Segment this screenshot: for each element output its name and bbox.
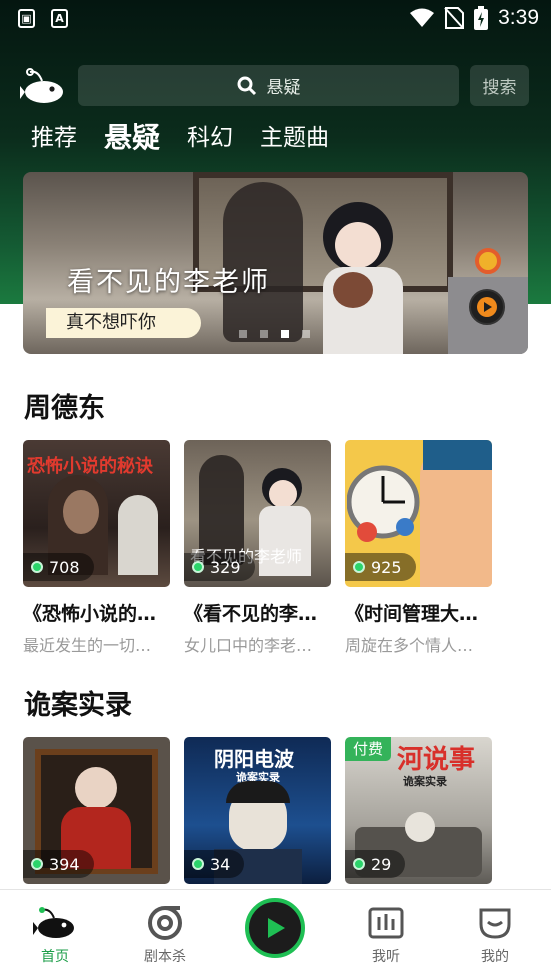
headphone-icon	[353, 858, 365, 870]
album-description: 最近发生的一切…	[23, 636, 152, 655]
album-cover: 394	[23, 737, 170, 884]
section-title: 诡案实录	[24, 690, 132, 721]
album-card[interactable]: 925 《时间管理大… 周旋在多个情人…	[345, 440, 492, 656]
play-count-badge: 394	[23, 850, 94, 878]
banner-title: 看不见的李老师	[67, 267, 270, 298]
cover-title: 河说事	[397, 745, 476, 775]
section-row: 恐怖小说的秘诀 708 《恐怖小说的… 最近发生的一切… 看不见的李老师 329…	[23, 440, 492, 656]
album-cover: 恐怖小说的秘诀 708	[23, 440, 170, 587]
clock-illustration-icon	[347, 465, 420, 542]
album-title: 《恐怖小说的…	[23, 603, 157, 625]
fish-logo-icon	[33, 907, 74, 938]
search-placeholder: 悬疑	[266, 78, 301, 98]
headphone-icon	[192, 561, 204, 573]
search-input[interactable]: 悬疑	[78, 65, 459, 106]
album-cover: 925	[345, 440, 492, 587]
banner-play-button[interactable]	[469, 289, 505, 325]
lock-notification-icon: ▣	[18, 9, 35, 28]
nav-listen[interactable]: 我听	[346, 904, 426, 966]
tab-scifi[interactable]: 科幻	[187, 118, 233, 158]
tab-recommend[interactable]: 推荐	[31, 118, 77, 158]
album-card[interactable]: 河说事 诡案实录 付费 29	[345, 737, 492, 884]
album-title: 《看不见的李…	[184, 603, 318, 625]
wifi-icon	[410, 8, 435, 27]
section-row: 394 阴阳电波 诡案实录 34 河说事 诡案实录 付费 29	[23, 737, 492, 884]
nav-label: 剧本杀	[144, 949, 186, 965]
album-cover: 河说事 诡案实录 付费 29	[345, 737, 492, 884]
banner-subtitle: 真不想吓你	[46, 308, 201, 338]
clock: 3:39	[498, 6, 539, 29]
nav-home[interactable]: 首页	[15, 904, 95, 966]
play-count-badge: 29	[345, 850, 406, 878]
pagination-dot[interactable]	[239, 330, 247, 338]
featured-banner[interactable]: 看不见的李老师 真不想吓你	[23, 172, 528, 354]
tab-suspense[interactable]: 悬疑	[104, 118, 160, 158]
pagination-dot-active[interactable]	[281, 330, 289, 338]
fish-logo-icon[interactable]	[20, 66, 66, 106]
nav-label: 我听	[372, 949, 400, 965]
center-play-button[interactable]	[245, 898, 305, 958]
play-count-badge: 329	[184, 553, 255, 581]
nav-script-game[interactable]: 剧本杀	[125, 904, 205, 966]
pagination-dot[interactable]	[260, 330, 268, 338]
headphone-icon	[192, 858, 204, 870]
album-description: 周旋在多个情人…	[345, 636, 474, 655]
bottom-navigation: 首页 剧本杀 我听 我的	[0, 889, 551, 979]
pagination-dot[interactable]	[302, 330, 310, 338]
cover-title: 阴阳电波	[214, 747, 294, 771]
tab-theme-song[interactable]: 主题曲	[260, 118, 329, 158]
search-icon	[237, 76, 256, 95]
album-description: 女儿口中的李老…	[184, 636, 313, 655]
nav-label: 我的	[481, 949, 509, 965]
album-cover: 阴阳电波 诡案实录 34	[184, 737, 331, 884]
category-tabs: 推荐 悬疑 科幻 主题曲	[31, 118, 356, 158]
album-card[interactable]: 看不见的李老师 329 《看不见的李… 女儿口中的李老…	[184, 440, 331, 656]
disc-icon	[148, 906, 182, 940]
paid-badge: 付费	[345, 737, 391, 761]
nav-profile[interactable]: 我的	[455, 904, 535, 966]
album-card[interactable]: 恐怖小说的秘诀 708 《恐怖小说的… 最近发生的一切…	[23, 440, 170, 656]
no-sim-icon	[444, 7, 465, 29]
play-count-badge: 708	[23, 553, 94, 581]
cover-title: 恐怖小说的秘诀	[27, 456, 153, 477]
banner-pagination	[239, 330, 310, 338]
app-notification-icon: A	[51, 9, 68, 28]
play-icon	[477, 297, 497, 317]
profile-icon	[479, 908, 511, 939]
nav-label: 首页	[41, 949, 69, 965]
album-cover: 看不见的李老师 329	[184, 440, 331, 587]
section-title: 周德东	[24, 393, 105, 424]
headphone-icon	[353, 561, 365, 573]
play-icon	[268, 918, 285, 938]
headphone-icon	[31, 858, 43, 870]
status-bar: ▣ A 3:39	[0, 0, 551, 38]
play-count-badge: 34	[184, 850, 245, 878]
battery-charging-icon	[474, 6, 489, 30]
album-card[interactable]: 394	[23, 737, 170, 884]
search-button[interactable]: 搜索	[470, 65, 529, 106]
cover-subtitle: 诡案实录	[403, 775, 447, 788]
album-title: 《时间管理大…	[345, 603, 479, 625]
play-count-badge: 925	[345, 553, 416, 581]
album-card[interactable]: 阴阳电波 诡案实录 34	[184, 737, 331, 884]
equalizer-icon	[368, 907, 404, 939]
headphone-icon	[31, 561, 43, 573]
